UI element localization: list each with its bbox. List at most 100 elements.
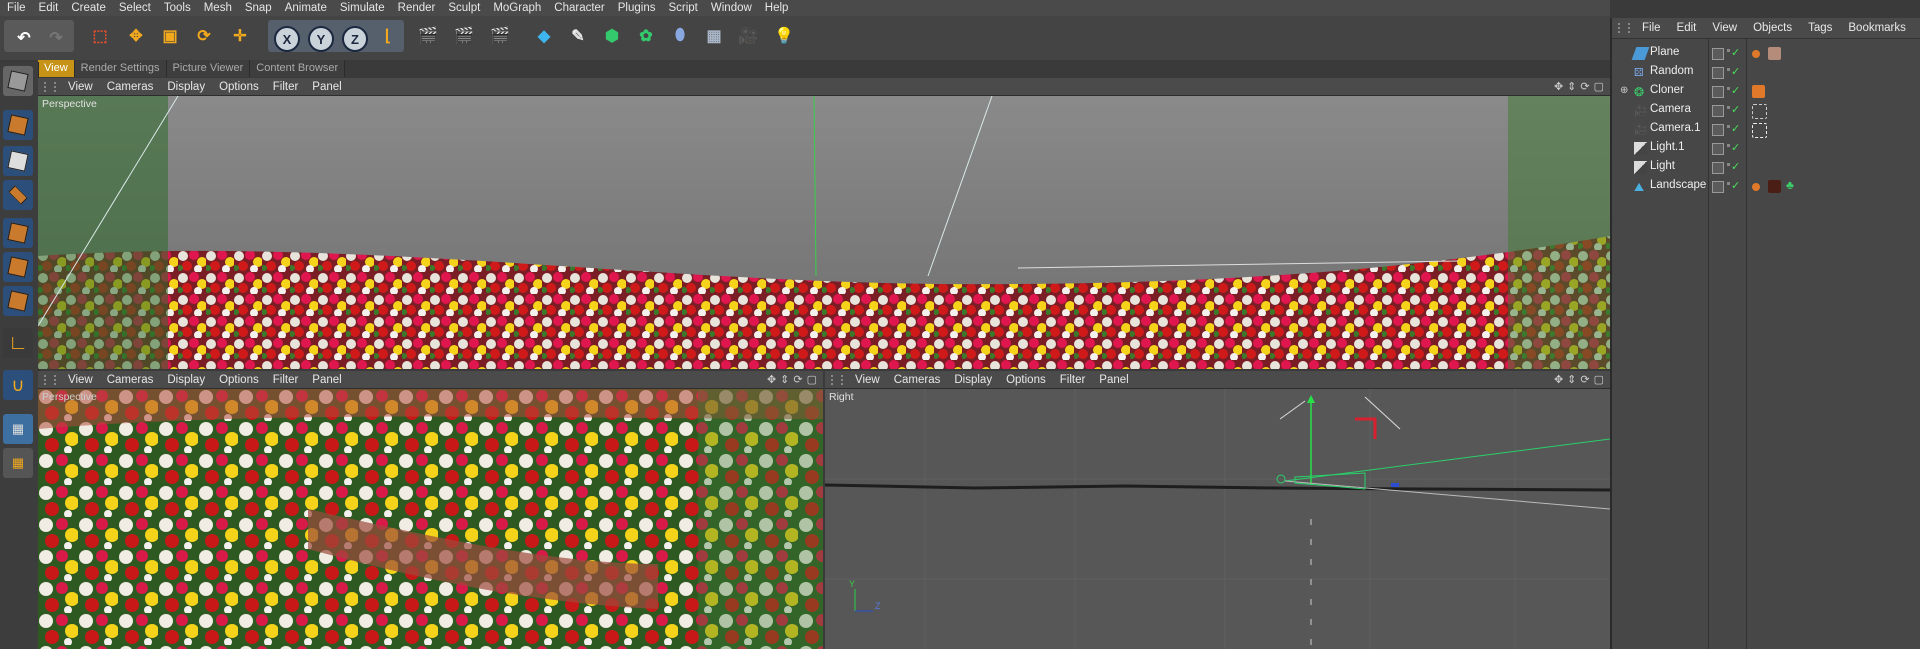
menu-animate[interactable]: Animate <box>278 0 333 16</box>
live-selection-icon[interactable]: ✛ <box>226 22 254 50</box>
objects-menu-objects[interactable]: Objects <box>1745 22 1800 34</box>
menu-plugins[interactable]: Plugins <box>611 0 662 16</box>
object-row-random[interactable]: ⚄ Random ✓ <box>1612 63 1920 82</box>
viewport-top-menu-view[interactable]: View <box>62 81 101 93</box>
polygons-mode-icon[interactable] <box>3 286 33 316</box>
render-view-icon[interactable]: 🎬 <box>414 22 442 50</box>
scale-tool-icon[interactable]: ▣ <box>156 22 184 50</box>
material-tag-icon[interactable] <box>1752 50 1760 58</box>
visibility-check[interactable]: ✓ <box>1727 84 1740 97</box>
viewport-bottom-left[interactable]: View Cameras Display Options Filter Pane… <box>38 371 823 649</box>
floor-object-icon[interactable]: ▦ <box>700 22 728 50</box>
edges-mode-icon[interactable] <box>3 252 33 282</box>
viewport-br-menu-panel[interactable]: Panel <box>1093 374 1136 386</box>
coordinate-system-icon[interactable]: ⌊ <box>374 22 402 50</box>
viewport-bl-menu-filter[interactable]: Filter <box>267 374 307 386</box>
object-row-light[interactable]: Light ✓ <box>1612 158 1920 177</box>
pan-icon[interactable]: ✥ <box>1554 80 1563 93</box>
tab-picture-viewer[interactable]: Picture Viewer <box>166 60 251 77</box>
menu-simulate[interactable]: Simulate <box>333 0 391 16</box>
enable-snap-icon[interactable]: ∪ <box>3 370 33 400</box>
tab-content-browser[interactable]: Content Browser <box>250 60 346 77</box>
maximize-icon[interactable]: ▢ <box>1594 373 1604 386</box>
panel-grip-icon[interactable] <box>831 374 843 385</box>
points-mode-icon[interactable] <box>3 218 33 248</box>
orbit-icon[interactable]: ⟳ <box>1580 80 1589 93</box>
layer-swatch[interactable] <box>1712 124 1724 136</box>
expand-icon[interactable]: ⊕ <box>1620 85 1628 96</box>
material-tag-icon[interactable] <box>1768 180 1781 193</box>
menu-select[interactable]: Select <box>112 0 157 16</box>
viewport-top-menu-display[interactable]: Display <box>161 81 213 93</box>
axis-mode-icon[interactable]: ∟ <box>3 328 33 358</box>
workplane-lock-icon[interactable]: ▦ <box>3 414 33 444</box>
texture-tag-icon[interactable] <box>1768 47 1781 60</box>
viewport-top-menu-panel[interactable]: Panel <box>306 81 349 93</box>
undo-icon[interactable]: ↶ <box>10 24 38 52</box>
orbit-icon[interactable]: ⟳ <box>793 373 802 386</box>
workplane-mode-icon[interactable] <box>3 180 33 210</box>
dolly-icon[interactable]: ⇕ <box>1567 80 1576 93</box>
material-tag-icon[interactable] <box>1752 183 1760 191</box>
viewport-br-menu-view[interactable]: View <box>849 374 888 386</box>
tab-view[interactable]: View <box>38 60 75 77</box>
menu-character[interactable]: Character <box>547 0 611 16</box>
layer-swatch[interactable] <box>1712 162 1724 174</box>
viewport-top-menu-cameras[interactable]: Cameras <box>101 81 162 93</box>
cube-primitive-icon[interactable]: ◆ <box>530 22 558 50</box>
y-axis-lock-button[interactable]: Y <box>308 26 334 52</box>
spline-pen-icon[interactable]: ✎ <box>564 22 592 50</box>
viewport-br-menu-options[interactable]: Options <box>1000 374 1054 386</box>
camera-tag-icon[interactable] <box>1752 123 1767 138</box>
objects-menu-tags[interactable]: Tags <box>1800 22 1840 34</box>
model-mode-icon[interactable] <box>3 110 33 140</box>
visibility-check[interactable]: ✓ <box>1727 103 1740 116</box>
visibility-check[interactable]: ✓ <box>1727 46 1740 59</box>
menu-script[interactable]: Script <box>661 0 703 16</box>
dolly-icon[interactable]: ⇕ <box>780 373 789 386</box>
viewport-top[interactable]: View Cameras Display Options Filter Pane… <box>38 78 1610 369</box>
panel-grip-icon[interactable] <box>44 374 56 385</box>
dolly-icon[interactable]: ⇕ <box>1567 373 1576 386</box>
z-axis-lock-button[interactable]: Z <box>342 26 368 52</box>
visibility-check[interactable]: ✓ <box>1727 65 1740 78</box>
viewport-bottom-right[interactable]: View Cameras Display Options Filter Pane… <box>825 371 1610 649</box>
menu-file[interactable]: File <box>0 0 32 16</box>
object-row-light-1[interactable]: Light.1 ✓ <box>1612 139 1920 158</box>
visibility-check[interactable]: ✓ <box>1727 179 1740 192</box>
tab-render-settings[interactable]: Render Settings <box>74 60 167 77</box>
subdivision-surface-icon[interactable]: ⬢ <box>598 22 626 50</box>
layer-swatch[interactable] <box>1712 143 1724 155</box>
rotate-tool-icon[interactable]: ⟳ <box>190 22 218 50</box>
layer-swatch[interactable] <box>1712 181 1724 193</box>
panel-grip-icon[interactable] <box>44 81 56 92</box>
viewport-top-menu-options[interactable]: Options <box>213 81 267 93</box>
object-row-cloner[interactable]: ⊕ ❂ Cloner ✓ <box>1612 82 1920 101</box>
layer-swatch[interactable] <box>1712 48 1724 60</box>
redo-icon[interactable]: ↷ <box>42 24 70 52</box>
menu-help[interactable]: Help <box>758 0 795 16</box>
object-row-landscape[interactable]: ⛰ Landscape ✓ ♣ <box>1612 177 1920 196</box>
menu-sculpt[interactable]: Sculpt <box>441 0 486 16</box>
object-row-camera[interactable]: 🎥 Camera ✓ <box>1612 101 1920 120</box>
pan-icon[interactable]: ✥ <box>767 373 776 386</box>
objects-menu-bookmarks[interactable]: Bookmarks <box>1840 22 1914 34</box>
menu-edit[interactable]: Edit <box>32 0 65 16</box>
visibility-check[interactable]: ✓ <box>1727 122 1740 135</box>
viewport-bl-menu-options[interactable]: Options <box>213 374 267 386</box>
objects-menu-view[interactable]: View <box>1704 22 1745 34</box>
camera-object-icon[interactable]: 🎥 <box>734 22 762 50</box>
light-object-icon[interactable]: 💡 <box>770 22 798 50</box>
viewport-br-menu-cameras[interactable]: Cameras <box>888 374 949 386</box>
render-settings-icon[interactable]: 🎬 <box>486 22 514 50</box>
visibility-check[interactable]: ✓ <box>1727 141 1740 154</box>
select-tool-icon[interactable]: ⬚ <box>86 22 114 50</box>
viewport-bl-menu-view[interactable]: View <box>62 374 101 386</box>
viewport-br-menu-display[interactable]: Display <box>948 374 1000 386</box>
mograph-tag-icon[interactable] <box>1752 85 1765 98</box>
soft-selection-icon[interactable]: ▦ <box>3 448 33 478</box>
deformer-icon[interactable]: ⬮ <box>666 22 694 50</box>
layer-swatch[interactable] <box>1712 67 1724 79</box>
visibility-check[interactable]: ✓ <box>1727 160 1740 173</box>
render-picture-viewer-icon[interactable]: 🎬 <box>450 22 478 50</box>
